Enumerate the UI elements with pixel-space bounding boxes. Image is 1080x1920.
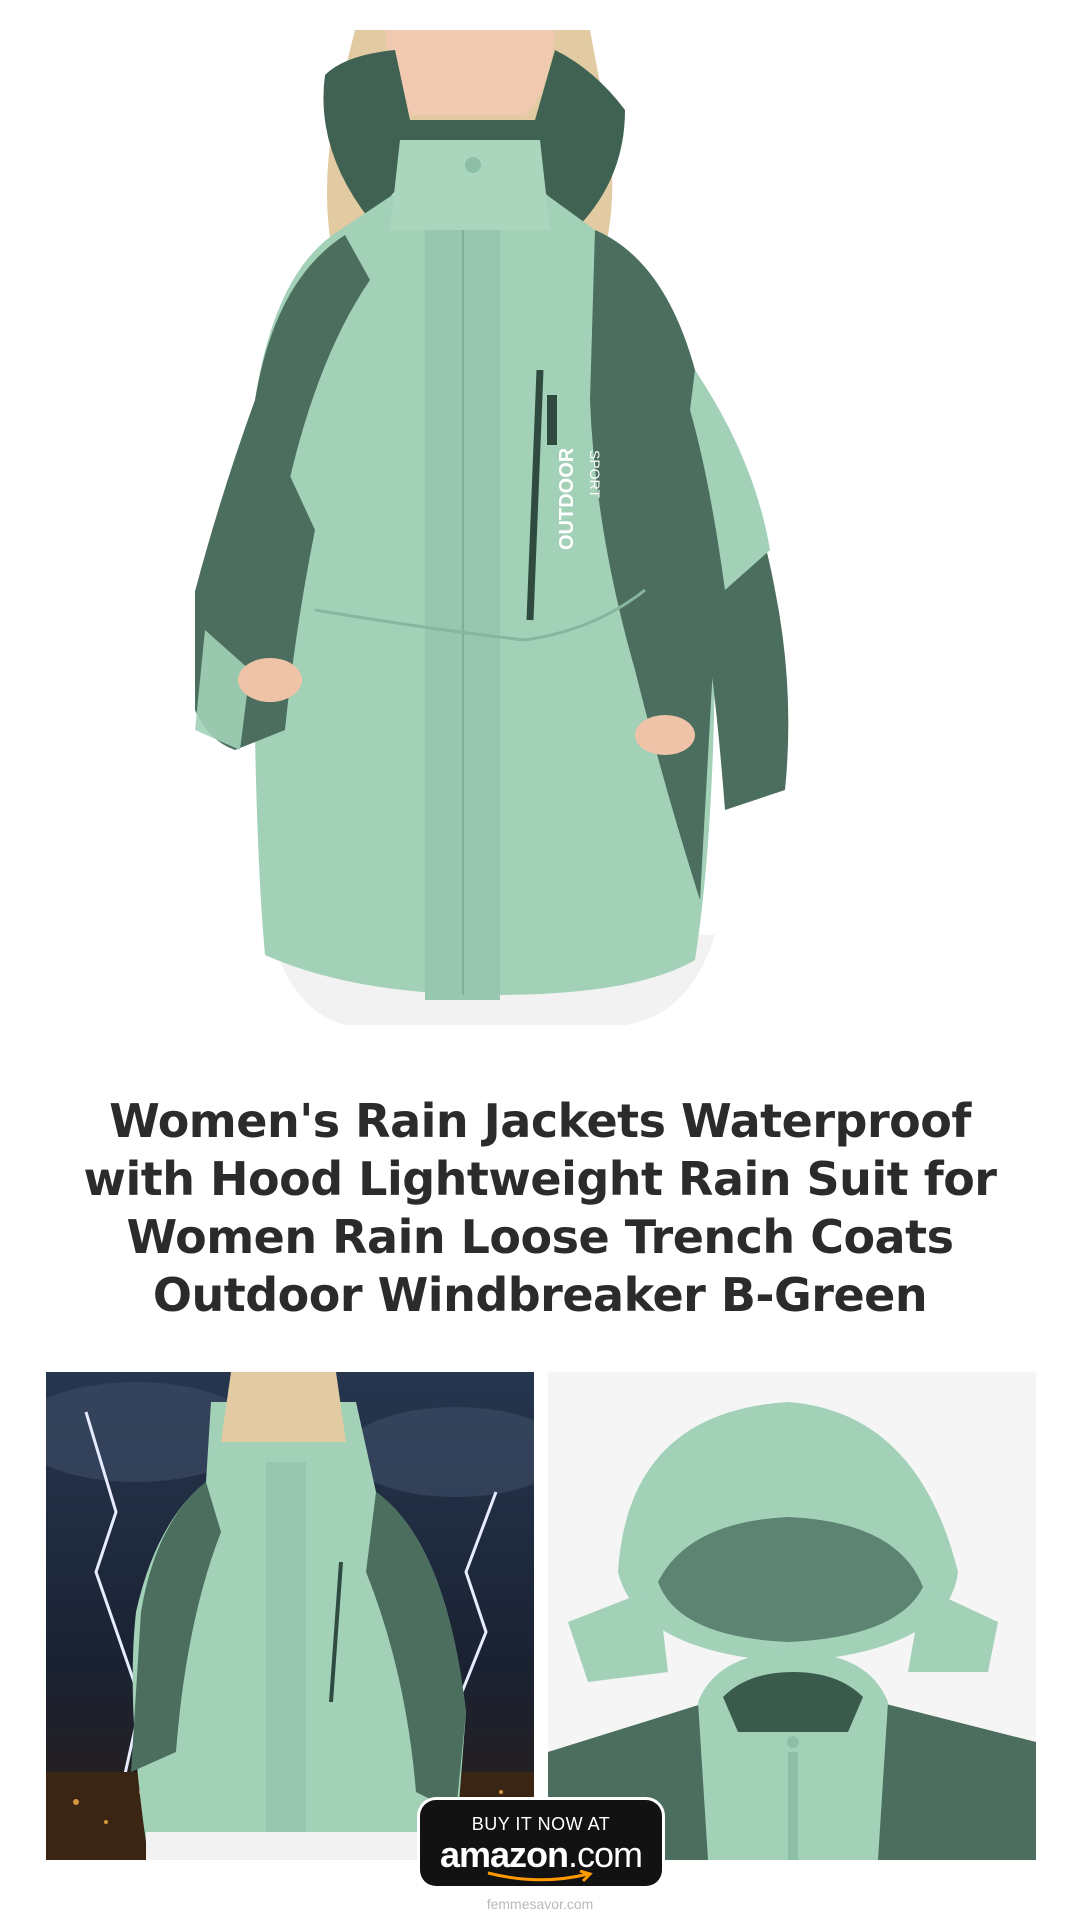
storm-scene-illustration [46, 1372, 534, 1860]
buy-label: BUY IT NOW AT [471, 1814, 611, 1834]
amazon-smile-icon [487, 1870, 593, 1883]
product-title: Women's Rain Jackets Waterproof with Hoo… [83, 1094, 998, 1322]
product-photo-hood-detail [548, 1372, 1036, 1860]
jacket-hero-illustration: OUTDOOR SPORT [184, 30, 789, 1025]
buy-on-amazon-button[interactable]: BUY IT NOW AT amazon.com [420, 1800, 662, 1886]
hood-detail-illustration [548, 1372, 1036, 1860]
jacket-print-sub: SPORT [587, 450, 603, 498]
hero-product-image: OUTDOOR SPORT [184, 30, 885, 1035]
product-photo-storm [46, 1372, 534, 1860]
site-watermark: femmesavor.com [486, 1896, 594, 1912]
jacket-print-brand: OUTDOOR [556, 447, 578, 550]
